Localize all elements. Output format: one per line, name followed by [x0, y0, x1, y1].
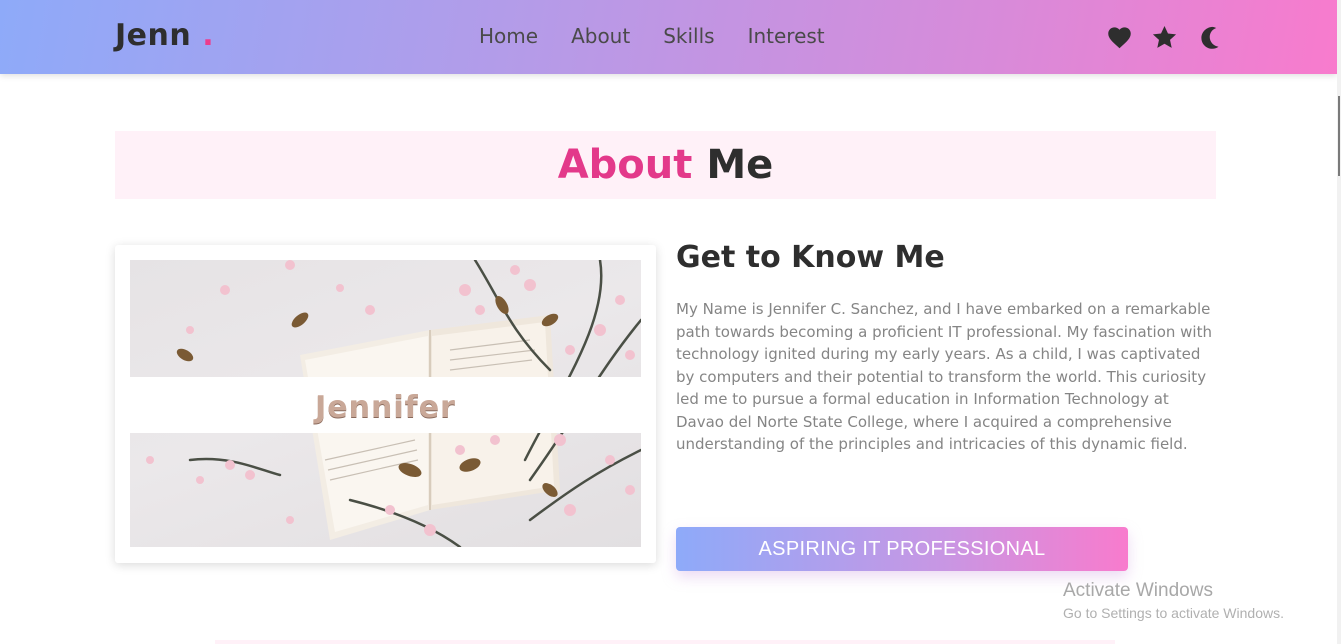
next-section-edge: [215, 640, 1115, 644]
aspiring-it-professional-button[interactable]: ASPIRING IT PROFESSIONAL: [676, 527, 1128, 571]
profile-photo: Jennifer: [130, 260, 641, 547]
logo[interactable]: Jenn .: [115, 18, 214, 53]
heart-icon[interactable]: [1106, 24, 1133, 51]
logo-dot: .: [202, 18, 215, 53]
about-paragraph: My Name is Jennifer C. Sanchez, and I ha…: [676, 300, 1212, 453]
scrollbar-thumb[interactable]: [1338, 96, 1340, 176]
section-title-accent: About: [557, 142, 693, 188]
nav-link-about[interactable]: About: [571, 24, 630, 48]
about-heading: Get to Know Me: [676, 240, 945, 275]
nav-links: Home About Skills Interest: [479, 24, 858, 48]
section-title-rest: Me: [706, 142, 774, 188]
nav-link-home[interactable]: Home: [479, 24, 538, 48]
navbar: Jenn . Home About Skills Interest: [0, 0, 1337, 74]
moon-icon[interactable]: [1196, 24, 1223, 51]
photo-card: Jennifer: [115, 245, 656, 563]
nav-icons: [1106, 24, 1223, 51]
photo-caption: Jennifer: [315, 390, 456, 425]
section-title: About Me: [115, 131, 1216, 199]
activate-windows-title: Activate Windows: [1063, 580, 1213, 601]
nav-link-interest[interactable]: Interest: [748, 24, 825, 48]
scrollbar[interactable]: [1337, 0, 1341, 644]
logo-text: Jenn: [115, 18, 192, 53]
star-icon[interactable]: [1151, 24, 1178, 51]
activate-windows-subtitle: Go to Settings to activate Windows.: [1063, 605, 1284, 621]
nav-link-skills[interactable]: Skills: [663, 24, 714, 48]
